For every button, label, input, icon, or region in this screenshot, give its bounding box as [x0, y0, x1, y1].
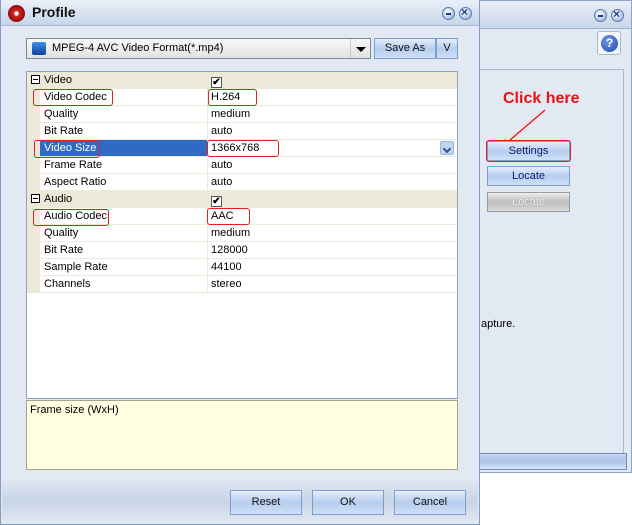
locate-button[interactable]: Locate [487, 166, 570, 186]
ok-button[interactable]: OK [312, 490, 384, 515]
property-row[interactable]: Quality medium [27, 225, 457, 242]
app-logo-icon [8, 5, 25, 22]
property-row[interactable]: Quality medium [27, 106, 457, 123]
property-value[interactable]: medium [209, 106, 457, 122]
chevron-down-icon[interactable] [440, 141, 454, 155]
close-icon[interactable] [459, 5, 472, 20]
video-size-highlight [34, 140, 100, 158]
property-value[interactable]: 44100 [209, 259, 457, 275]
property-key: Frame Rate [40, 157, 208, 173]
property-key: Channels [40, 276, 208, 292]
property-grid: Video ✔ Video Codec H.264 Quality medium B… [26, 71, 458, 399]
property-row[interactable]: Bit Rate 128000 [27, 242, 457, 259]
minimize-icon[interactable] [594, 9, 607, 22]
close-icon[interactable] [611, 7, 624, 22]
background-title-bar [470, 1, 631, 29]
minimize-icon[interactable] [442, 7, 455, 20]
property-key: Quality [40, 225, 208, 241]
category-label: Video [44, 74, 72, 86]
property-key: Quality [40, 106, 208, 122]
property-row[interactable]: Frame Rate auto [27, 157, 457, 174]
profile-dialog: Profile MPEG-4 AVC Video Format(*.mp4) S… [0, 0, 480, 525]
property-value[interactable]: stereo [209, 276, 457, 292]
cancel-button[interactable]: Cancel [394, 490, 466, 515]
property-key: Sample Rate [40, 259, 208, 275]
collapse-icon[interactable] [31, 194, 40, 203]
codec-value-highlight [208, 89, 257, 106]
description-panel: Frame size (WxH) [26, 400, 458, 470]
save-as-button[interactable]: Save As [374, 38, 436, 59]
settings-highlight [486, 140, 571, 162]
audio-enabled-checkbox[interactable]: ✔ [211, 196, 222, 207]
size-value-highlight [207, 140, 279, 157]
background-window [470, 0, 632, 473]
dialog-title: Profile [32, 4, 76, 20]
property-key: Aspect Ratio [40, 174, 208, 190]
property-value[interactable]: auto [209, 157, 457, 173]
capture-text: apture. [481, 318, 516, 330]
video-codec-highlight [33, 89, 113, 106]
property-row[interactable]: Bit Rate auto [27, 123, 457, 140]
progress-bar [480, 453, 627, 470]
property-value[interactable]: auto [209, 174, 457, 190]
property-key: Bit Rate [40, 123, 208, 139]
click-here-annotation: Click here [503, 90, 580, 107]
audio-codec-highlight [33, 209, 109, 226]
help-icon: ? [601, 35, 618, 52]
category-label: Audio [44, 193, 73, 205]
collapse-icon[interactable] [31, 75, 40, 84]
reset-button[interactable]: Reset [230, 490, 302, 515]
locate-button-disabled: Locate [487, 192, 570, 212]
help-button[interactable]: ? [597, 31, 621, 55]
property-key: Bit Rate [40, 242, 208, 258]
format-select[interactable]: MPEG-4 AVC Video Format(*.mp4) [26, 38, 371, 59]
audio-value-highlight [207, 208, 250, 225]
video-enabled-checkbox[interactable]: ✔ [211, 77, 222, 88]
property-value[interactable]: auto [209, 123, 457, 139]
video-format-icon [32, 42, 46, 55]
chevron-down-icon[interactable] [350, 39, 370, 58]
property-value[interactable]: 128000 [209, 242, 457, 258]
property-row[interactable]: Sample Rate 44100 [27, 259, 457, 276]
property-row[interactable]: Channels stereo [27, 276, 457, 293]
dialog-title-bar: Profile [1, 0, 479, 26]
property-row[interactable]: Aspect Ratio auto [27, 174, 457, 191]
format-select-value: MPEG-4 AVC Video Format(*.mp4) [52, 42, 224, 54]
category-audio[interactable]: Audio ✔ [27, 191, 457, 208]
property-value[interactable]: medium [209, 225, 457, 241]
v-button[interactable]: V [436, 38, 458, 59]
category-video[interactable]: Video ✔ [27, 72, 457, 89]
